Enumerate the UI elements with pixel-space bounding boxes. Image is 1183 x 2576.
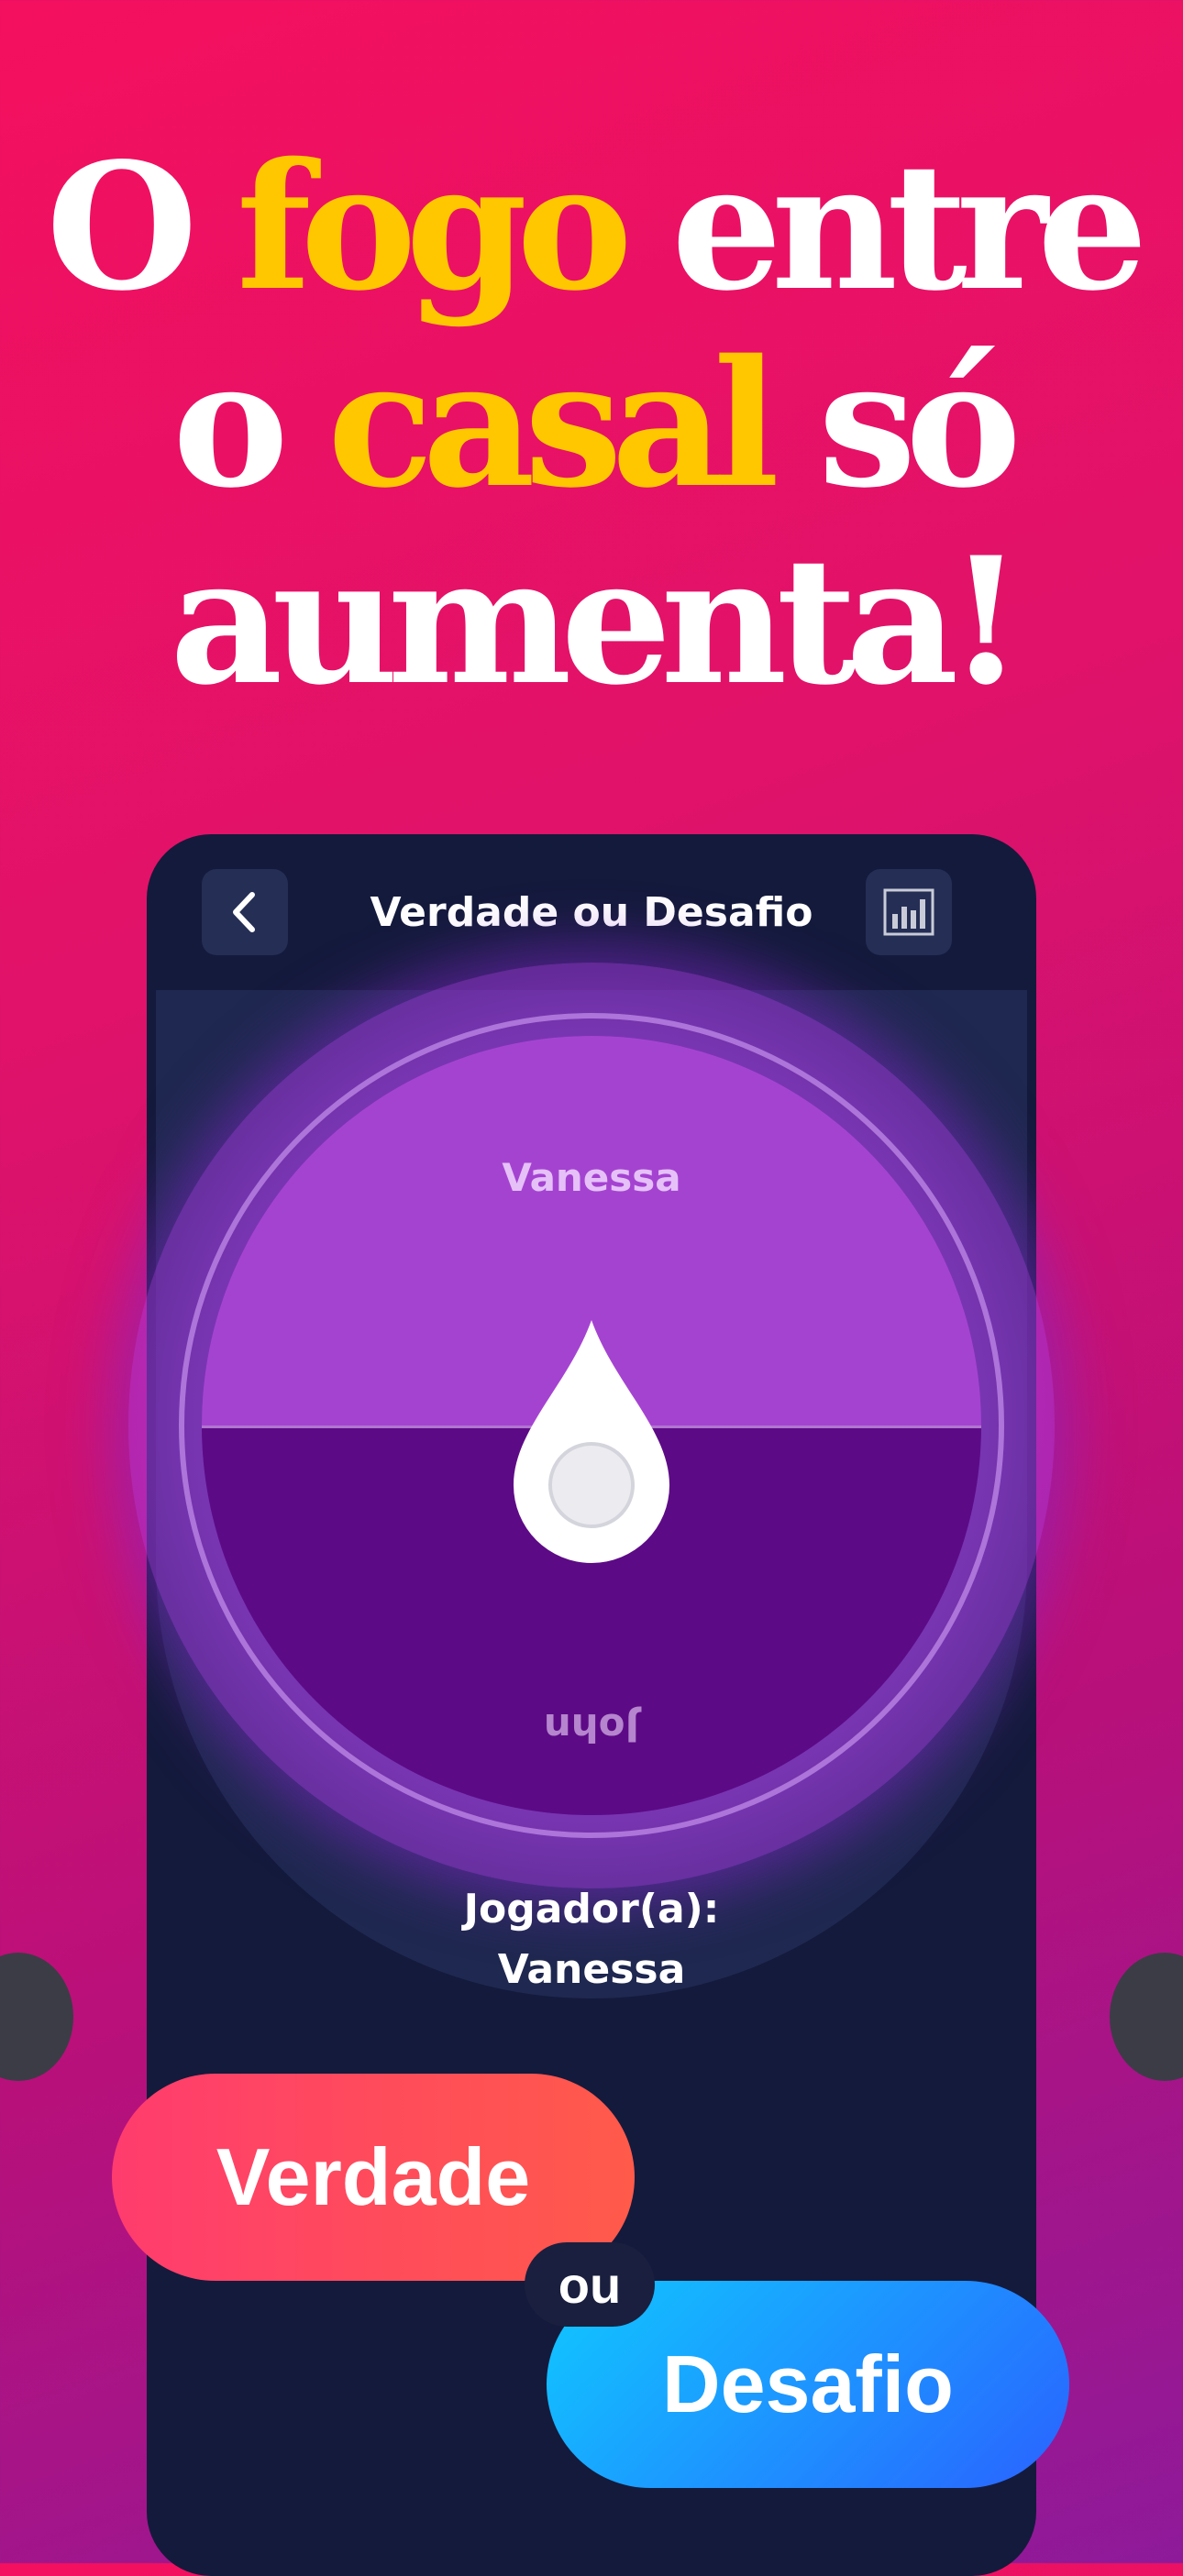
back-button[interactable] [202,869,288,955]
headline-word: só [818,322,1022,526]
current-player: Jogador(a): Vanessa [147,1879,1036,2000]
spin-wheel[interactable]: Vanessa John [128,963,1055,1888]
headline-highlight-word: casal [326,322,779,526]
wheel-face: Vanessa John [202,1036,981,1815]
headline-word: entre [671,125,1148,329]
wheel-name-top: Vanessa [502,1155,681,1200]
headline-line-2: o casal só [0,325,1183,523]
headline: O fogo entre o casal só aumenta! [0,128,1183,720]
player-name: Vanessa [497,1946,686,1993]
chevron-left-icon [233,892,255,932]
headline-word: O [46,125,197,329]
player-label: Jogador(a): [463,1886,720,1932]
drop-pointer-icon [514,1320,669,1563]
decorative-circle [0,1953,73,2081]
headline-line-3: aumenta! [170,519,1024,723]
stats-button[interactable] [866,869,952,955]
decorative-circle [1110,1953,1183,2081]
headline-line-1: O fogo entre [0,128,1183,325]
headline-highlight-word: fogo [236,125,633,329]
or-badge: ou [525,2242,655,2327]
wheel-name-bottom: John [543,1705,640,1750]
bar-chart-icon [883,888,934,936]
headline-word: o [172,322,289,526]
